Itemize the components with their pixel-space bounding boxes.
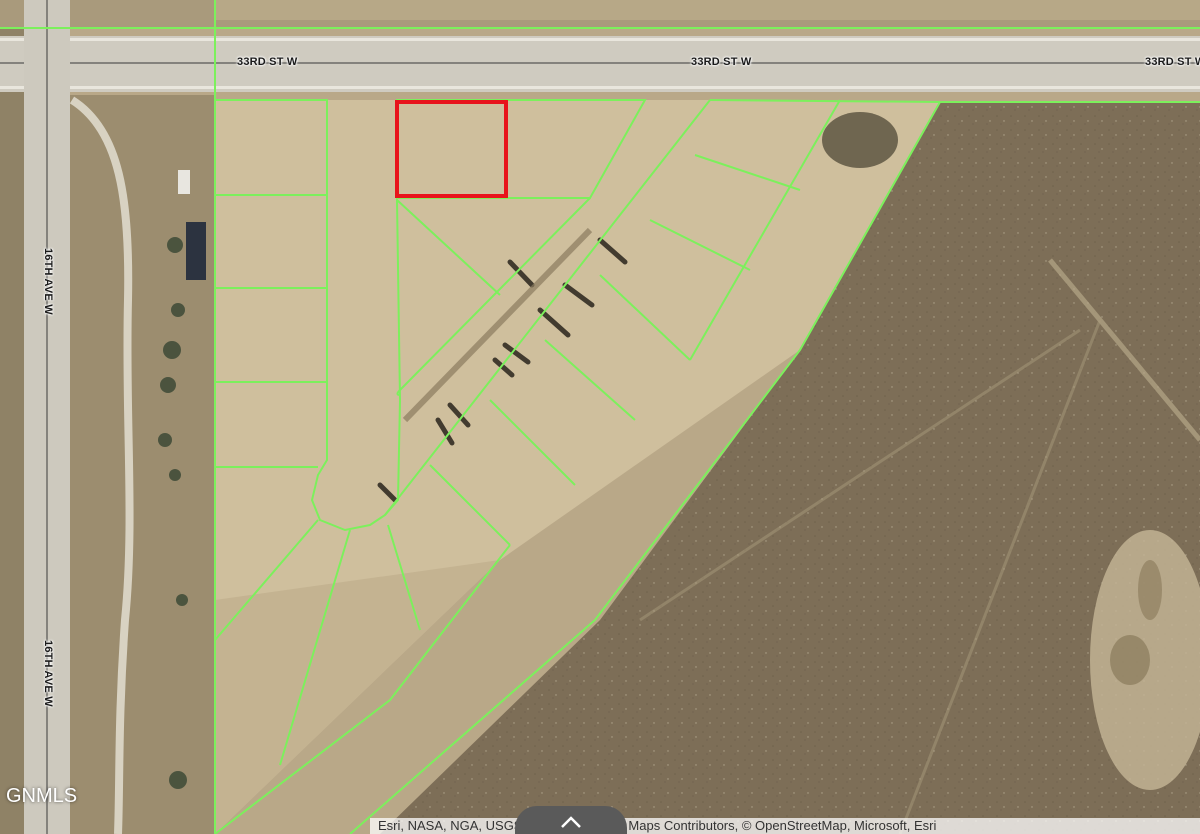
road-label-33rd-st-2: 33RD ST W <box>691 56 752 68</box>
road-label-33rd-st-1: 33RD ST W <box>237 56 298 68</box>
map-attribution[interactable]: Esri, NASA, NGA, USGS | Esri Community M… <box>370 818 1200 834</box>
aerial-imagery <box>0 0 1200 834</box>
road-label-16th-ave-1: 16TH AVE W <box>42 248 54 315</box>
map-view[interactable]: 33RD ST W 33RD ST W 33RD ST W 16TH AVE W… <box>0 0 1200 834</box>
watermark-logo: GNMLS <box>6 785 78 807</box>
road-label-33rd-st-3: 33RD ST W <box>1145 56 1200 68</box>
road-label-16th-ave-2: 16TH AVE W <box>42 640 54 707</box>
expand-panel-button[interactable] <box>515 806 627 834</box>
chevron-up-icon <box>561 816 581 828</box>
